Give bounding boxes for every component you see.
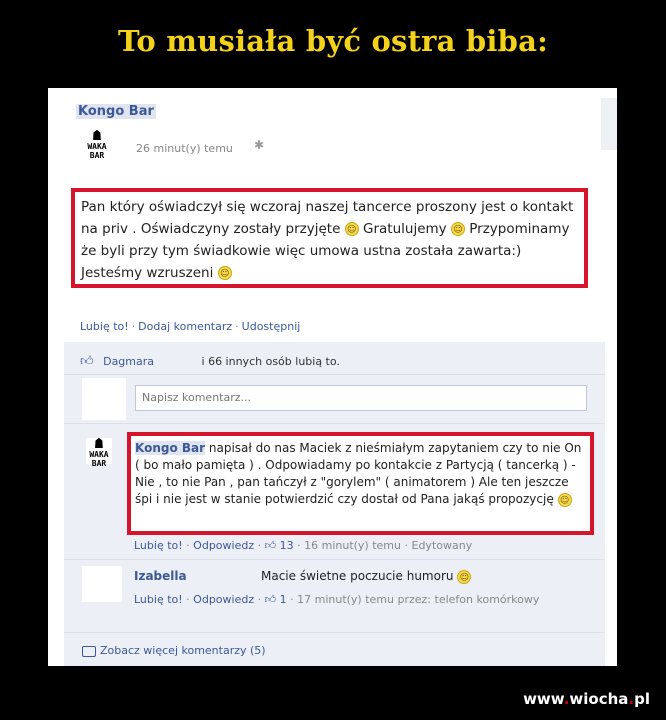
post-actions: Lubię to! · Dodaj komentarz · Udostępnij	[80, 320, 300, 333]
kongo-bar-comment-avatar[interactable]: ☗ WAKA BAR	[86, 436, 112, 468]
likes-count-text[interactable]: i 66 innych osób lubią to.	[202, 355, 340, 368]
divider	[64, 423, 605, 424]
smiley-icon: ☺	[344, 222, 359, 236]
comment-text: Macie świetne poczucie humoru ☺	[261, 569, 472, 584]
comment-highlighted: Kongo Bar napisał do nas Maciek z nieśmi…	[127, 432, 594, 535]
comment-author-link[interactable]: Kongo Bar	[135, 441, 206, 455]
smiley-icon: ☺	[450, 222, 465, 236]
comment-meta: Lubię to! · Odpowiedz · 👍︎ 1 · 17 minut(…	[134, 593, 540, 606]
avatar-text: WAKA BAR	[89, 450, 109, 468]
kongo-bar-avatar[interactable]: ☗ WAKA BAR	[84, 128, 110, 160]
post-body-text-2: Gratulujemy	[363, 221, 447, 237]
thumbs-up-icon: 👍︎	[264, 593, 277, 606]
comment-like-count[interactable]: 1	[280, 593, 287, 606]
divider	[64, 374, 605, 375]
divider	[64, 559, 605, 560]
facebook-post-card: Kongo Bar ☗ WAKA BAR 26 minut(y) temu ✱ …	[48, 88, 617, 666]
ghost-logo-icon: ☗	[94, 436, 104, 452]
comment-meta: Lubię to! · Odpowiedz · 👍︎ 13 · 16 minut…	[134, 539, 473, 552]
comment-like-link[interactable]: Lubię to!	[134, 593, 183, 606]
more-comments-link[interactable]: Zobacz więcej komentarzy (5)	[82, 644, 266, 657]
separator: ·	[235, 320, 239, 333]
smiley-icon: ☺	[457, 569, 472, 584]
comment-time[interactable]: 16 minut(y) temu	[304, 539, 401, 552]
post-timestamp[interactable]: 26 minut(y) temu	[136, 142, 233, 155]
post-body-highlighted: Pan który oświadczył się wczoraj naszej …	[71, 188, 588, 288]
comment-bubble-icon	[82, 645, 96, 657]
privacy-gear-icon[interactable]: ✱	[254, 138, 264, 152]
comment-like-link[interactable]: Lubię to!	[134, 539, 183, 552]
separator: ·	[131, 320, 136, 333]
meme-headline: To musiała być ostra biba:	[117, 24, 549, 58]
avatar-text: WAKA BAR	[87, 142, 107, 160]
smiley-icon: ☺	[217, 266, 232, 280]
smiley-icon: ☺	[557, 492, 572, 507]
like-link[interactable]: Lubię to!	[80, 320, 129, 333]
comment-time[interactable]: 17 minut(y) temu przez: telefon komórkow…	[297, 593, 539, 606]
page-name-link[interactable]: Kongo Bar	[76, 104, 156, 119]
comment-author-link[interactable]: Izabella	[134, 569, 187, 583]
viewer-avatar	[82, 378, 126, 420]
watermark-tld: pl	[634, 690, 650, 708]
thumbs-up-icon: 👍︎	[80, 354, 94, 369]
share-link[interactable]: Udostępnij	[242, 320, 301, 333]
izabella-avatar[interactable]	[82, 566, 122, 602]
watermark-name: wiocha	[569, 690, 629, 708]
thumbs-up-icon: 👍︎	[264, 539, 277, 552]
watermark-prefix: www	[523, 690, 564, 708]
scroll-strip	[601, 98, 617, 150]
comment-input[interactable]: Napisz komentarz...	[135, 385, 587, 411]
divider	[64, 632, 605, 633]
site-watermark: www.wiocha.pl	[523, 690, 650, 708]
comment-edited: Edytowany	[411, 539, 473, 552]
comment-like-count[interactable]: 13	[280, 539, 294, 552]
likes-summary: 👍︎ Dagmara i 66 innych osób lubią to.	[80, 354, 340, 369]
comment-link[interactable]: Dodaj komentarz	[138, 320, 232, 333]
ghost-logo-icon: ☗	[92, 128, 102, 144]
more-comments-label[interactable]: Zobacz więcej komentarzy (5)	[100, 644, 266, 657]
comment-text-content: Macie świetne poczucie humoru	[261, 569, 454, 583]
comment-reply-link[interactable]: Odpowiedz	[193, 593, 254, 606]
liker-name[interactable]: Dagmara	[103, 355, 154, 368]
comment-reply-link[interactable]: Odpowiedz	[193, 539, 254, 552]
